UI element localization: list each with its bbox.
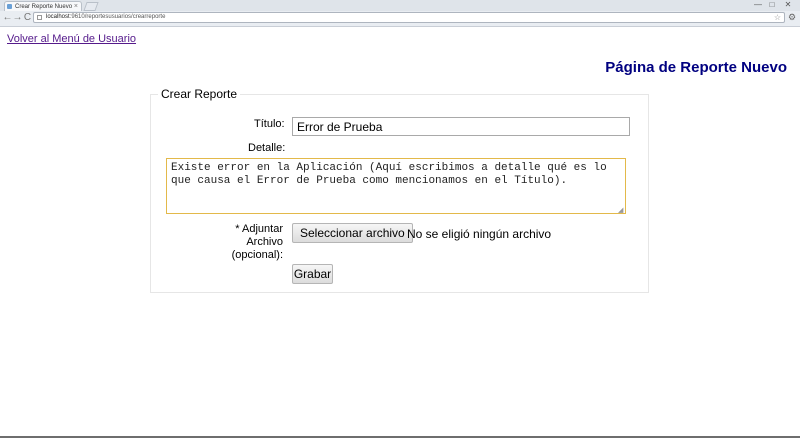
new-tab-button[interactable] (83, 2, 99, 11)
resize-grip-icon[interactable]: ◢ (618, 206, 623, 214)
page-title: Página de Reporte Nuevo (605, 59, 787, 76)
fieldset-legend: Crear Reporte (161, 87, 238, 101)
tab-title: Crear Reporte Nuevo (15, 4, 73, 10)
close-window-icon[interactable]: ✕ (782, 0, 794, 9)
detail-label: Detalle: (248, 142, 286, 154)
wrench-menu-icon[interactable]: ⚙ (788, 12, 796, 23)
browser-tab[interactable]: Crear Reporte Nuevo × (4, 1, 82, 11)
url-path: :9610/reportesusuarios/crearreporte (69, 14, 166, 20)
browser-toolbar: ← → C localhost:9610/reportesusuarios/cr… (0, 11, 800, 26)
maximize-icon[interactable]: □ (766, 0, 778, 9)
address-bar[interactable]: localhost:9610/reportesusuarios/crearrep… (33, 12, 785, 23)
page-favicon-icon (7, 4, 12, 9)
title-input[interactable] (292, 117, 630, 136)
back-to-user-menu-link[interactable]: Volver al Menú de Usuario (7, 33, 136, 45)
choose-file-button[interactable]: Seleccionar archivo (292, 223, 413, 243)
url-host: localhost (46, 14, 70, 20)
minimize-icon[interactable]: — (752, 0, 764, 9)
detail-textarea[interactable]: Existe error en la Aplicación (Aquí escr… (166, 158, 626, 214)
attach-file-label: * Adjuntar Archivo (opcional): (198, 223, 283, 262)
reload-icon[interactable]: C (22, 12, 33, 23)
save-button[interactable]: Grabar (292, 264, 333, 284)
attach-label-line2: (opcional): (231, 249, 283, 261)
browser-chrome: Crear Reporte Nuevo × — □ ✕ ← → C localh… (0, 0, 800, 27)
file-status-text: No se eligió ningún archivo (407, 227, 552, 241)
page-icon (37, 15, 42, 20)
bookmark-star-icon[interactable]: ☆ (774, 13, 781, 22)
attach-label-line1: * Adjuntar Archivo (235, 223, 283, 248)
tab-strip: Crear Reporte Nuevo × — □ ✕ (0, 0, 800, 11)
title-label: Título: (254, 118, 285, 130)
